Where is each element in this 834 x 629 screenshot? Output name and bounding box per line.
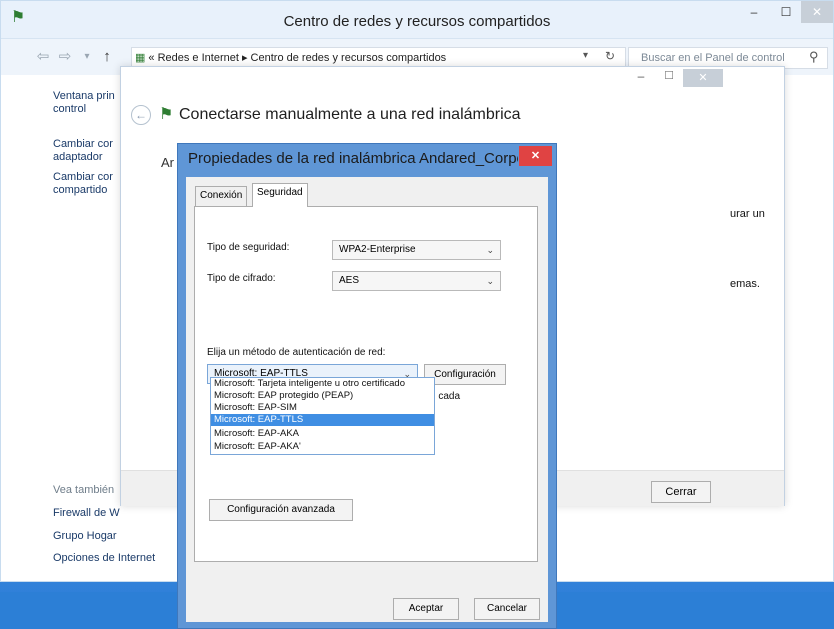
close-wizard-button[interactable]: Cerrar [651, 481, 711, 503]
ok-button[interactable]: Aceptar [393, 598, 459, 620]
auth-method-dropdown-list: Microsoft: Tarjeta inteligente u otro ce… [210, 377, 435, 455]
sidebar-item-home[interactable]: Ventana prin control [53, 90, 115, 116]
control-panel-icon: ▦ [135, 52, 146, 64]
auth-option-smartcard[interactable]: Microsoft: Tarjeta inteligente u otro ce… [211, 378, 434, 390]
cipher-type-label: Tipo de cifrado: [207, 273, 276, 284]
wizard-back-icon[interactable]: ← [131, 105, 151, 125]
sidebar-item-label: adaptador [53, 151, 103, 163]
sidebar-link-firewall[interactable]: Firewall de W [53, 507, 120, 520]
maximize-button[interactable]: ☐ [770, 1, 802, 23]
refresh-icon[interactable]: ↻ [605, 49, 615, 63]
tab-conexion[interactable]: Conexión [195, 186, 248, 206]
wizard-text: urar un [730, 208, 765, 220]
sidebar-item-sharing[interactable]: Cambiar cor compartido [53, 171, 113, 197]
auth-option-eap-sim[interactable]: Microsoft: EAP-SIM [211, 402, 434, 414]
tab-seguridad[interactable]: Seguridad [252, 183, 308, 207]
chevron-down-icon: ⌄ [486, 245, 494, 255]
cancel-button[interactable]: Cancelar [474, 598, 540, 620]
auth-option-eap-ttls[interactable]: Microsoft: EAP-TTLS [211, 414, 434, 426]
sidebar-item-label: compartido [53, 184, 108, 196]
security-type-select[interactable]: WPA2-Enterprise ⌄ [332, 240, 501, 260]
address-dropdown-icon[interactable]: ▾ [583, 50, 588, 61]
up-icon[interactable]: ↑ [97, 47, 117, 67]
sidebar-link-homegroup[interactable]: Grupo Hogar [53, 530, 117, 543]
sidebar-item-label: Cambiar cor [53, 138, 113, 150]
close-button[interactable]: ✕ [801, 1, 833, 23]
wizard-header: – ☐ ✕ ← ⚑ Conectarse manualmente a una r… [121, 67, 784, 127]
auth-option-eap-aka[interactable]: Microsoft: EAP-AKA [211, 428, 434, 440]
auth-config-button[interactable]: Configuración [424, 364, 506, 385]
back-icon[interactable]: ⇦ [33, 47, 53, 67]
dialog-body: Conexión Seguridad Tipo de seguridad: WP… [186, 177, 548, 622]
auth-method-label: Elija un método de autenticación de red: [207, 347, 386, 358]
cipher-type-value: AES [339, 275, 360, 286]
wizard-maximize-button[interactable]: ☐ [655, 69, 683, 87]
wireless-properties-dialog: Propiedades de la red inalámbrica Andare… [177, 143, 557, 629]
wizard-heading: Ar [161, 155, 174, 170]
auth-option-eap-aka-prime[interactable]: Microsoft: EAP-AKA' [211, 441, 434, 453]
security-type-value: WPA2-Enterprise [339, 244, 416, 255]
dialog-close-button[interactable]: ✕ [519, 146, 552, 166]
auth-option-peap[interactable]: Microsoft: EAP protegido (PEAP) [211, 390, 434, 402]
sidebar-item-label: Ventana prin [53, 90, 115, 102]
sidebar-link-internet-options[interactable]: Opciones de Internet [53, 552, 155, 565]
advanced-settings-button[interactable]: Configuración avanzada [209, 499, 353, 521]
recent-locations-icon[interactable]: ▾ [77, 47, 97, 67]
sidebar-item-adapter[interactable]: Cambiar cor adaptador [53, 138, 113, 164]
forward-icon[interactable]: ⇨ [55, 47, 75, 67]
wizard-title: Conectarse manualmente a una red inalámb… [179, 106, 521, 123]
sidebar-item-label: Cambiar cor [53, 171, 113, 183]
window-title: Centro de redes y recursos compartidos [283, 13, 551, 30]
title-bar[interactable]: ⚑ Centro de redes y recursos compartidos… [1, 1, 833, 39]
minimize-button[interactable]: – [738, 1, 770, 23]
wizard-minimize-button[interactable]: – [627, 69, 655, 87]
address-path-text: « Redes e Internet ▸ Centro de redes y r… [148, 52, 447, 64]
dialog-title: Propiedades de la red inalámbrica Andare… [188, 150, 518, 167]
wizard-close-button[interactable]: ✕ [683, 69, 723, 87]
cipher-type-select[interactable]: AES ⌄ [332, 271, 501, 291]
search-icon[interactable]: ⚲ [809, 49, 819, 65]
network-icon: ⚑ [159, 106, 174, 123]
sidebar-item-label: control [53, 103, 87, 115]
see-also-heading: Vea también [53, 484, 115, 496]
chevron-down-icon: ⌄ [486, 276, 494, 286]
security-type-label: Tipo de seguridad: [207, 242, 290, 253]
wizard-text: emas. [730, 278, 760, 290]
